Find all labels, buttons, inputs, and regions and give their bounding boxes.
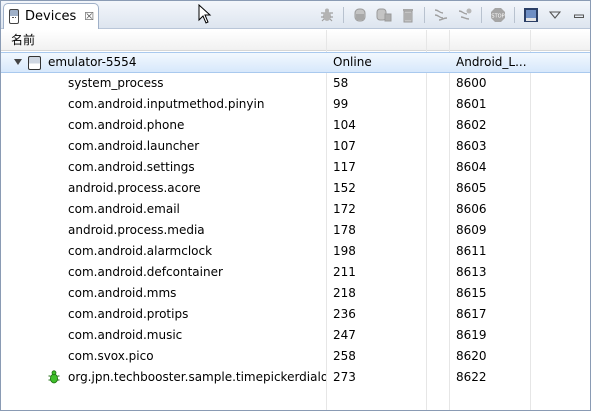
process-pid: 236 [333,307,356,321]
process-name: com.android.launcher [68,139,200,153]
process-port: 8603 [456,139,487,153]
process-port: 8604 [456,160,487,174]
process-name: com.android.inputmethod.pinyin [68,97,265,111]
screen-capture-icon[interactable] [522,6,540,24]
column-header-name[interactable]: 名前 [1,30,35,51]
process-pid: 273 [333,370,356,384]
process-port: 8620 [456,349,487,363]
process-row[interactable]: system_process 58 8600 [1,73,590,94]
view-tab-bar: Devices ☒ STOP [1,1,590,29]
debug-icon[interactable] [318,6,336,24]
device-status: Online [333,55,372,69]
devices-table[interactable]: 名前 emulator-5554 Online Android_L... sys… [1,30,590,410]
process-name: com.android.music [68,328,183,342]
mouse-cursor-icon [198,4,212,24]
process-row[interactable]: org.jpn.techbooster.sample.timepickerdia… [1,367,590,388]
toolbar-separator [514,7,515,23]
process-row[interactable]: com.android.inputmethod.pinyin 99 8601 [1,94,590,115]
process-port: 8600 [456,76,487,90]
process-pid: 117 [333,160,356,174]
process-name: com.android.alarmclock [68,244,213,258]
process-pid: 218 [333,286,356,300]
device-name: emulator-5554 [48,55,137,69]
toolbar-separator [481,7,482,23]
column-header-port[interactable] [426,30,436,51]
process-row[interactable]: android.process.media 178 8609 [1,220,590,241]
toolbar-separator [424,7,425,23]
process-row[interactable]: com.svox.pico 258 8620 [1,346,590,367]
process-name: com.svox.pico [68,349,154,363]
emulator-device-icon [28,56,41,70]
view-menu-icon[interactable] [546,6,564,24]
process-port: 8605 [456,181,487,195]
process-name: android.process.acore [68,181,201,195]
cause-gc-icon[interactable] [399,6,417,24]
process-port: 8617 [456,307,487,321]
process-pid: 107 [333,139,356,153]
process-name: com.android.mms [68,286,177,300]
process-name: com.android.email [68,202,180,216]
process-row[interactable]: com.android.alarmclock 198 8611 [1,241,590,262]
process-name: android.process.media [68,223,205,237]
process-name: com.android.defcontainer [68,265,223,279]
devices-view: Devices ☒ STOP 名前 emulator-5554 Online A… [0,0,591,411]
process-port: 8611 [456,244,487,258]
table-header: 名前 [1,30,590,51]
process-row[interactable]: com.android.protips 236 8617 [1,304,590,325]
process-port: 8613 [456,265,487,279]
process-port: 8602 [456,118,487,132]
process-name: com.android.protips [68,307,189,321]
process-row[interactable]: com.android.mms 218 8615 [1,283,590,304]
tab-label: Devices [25,9,77,24]
start-method-profiling-icon[interactable] [456,6,474,24]
process-name: org.jpn.techbooster.sample.timepickerdia… [68,370,326,384]
update-heap-icon[interactable] [351,6,369,24]
process-row[interactable]: com.android.music 247 8619 [1,325,590,346]
process-pid: 247 [333,328,356,342]
debug-bug-icon [48,370,60,384]
process-port: 8609 [456,223,487,237]
process-pid: 104 [333,118,356,132]
expand-arrow-icon[interactable] [14,59,22,65]
process-name: com.android.phone [68,118,185,132]
process-pid: 211 [333,265,356,279]
minimize-icon[interactable] [570,6,588,24]
process-row[interactable]: com.android.email 172 8606 [1,199,590,220]
device-icon [9,9,19,24]
process-pid: 152 [333,181,356,195]
process-name: com.android.settings [68,160,195,174]
process-pid: 258 [333,349,356,363]
process-port: 8601 [456,97,487,111]
column-header-pid[interactable] [326,30,336,51]
process-row[interactable]: com.android.phone 104 8602 [1,115,590,136]
process-port: 8615 [456,286,487,300]
process-port: 8622 [456,370,487,384]
process-pid: 99 [333,97,349,111]
close-icon[interactable]: ☒ [84,10,94,23]
process-pid: 58 [333,76,349,90]
process-pid: 178 [333,223,356,237]
process-pid: 172 [333,202,356,216]
process-row[interactable]: com.android.launcher 107 8603 [1,136,590,157]
device-target: Android_L... [456,55,527,69]
process-name: system_process [68,76,164,90]
svg-text:STOP: STOP [491,14,504,20]
dump-hprof-icon[interactable] [375,6,393,24]
process-pid: 198 [333,244,356,258]
process-row[interactable]: android.process.acore 152 8605 [1,178,590,199]
device-row[interactable]: emulator-5554 Online Android_L... [1,52,590,73]
stop-process-icon[interactable]: STOP [489,6,507,24]
process-port: 8606 [456,202,487,216]
process-row[interactable]: com.android.defcontainer 211 8613 [1,262,590,283]
tab-devices[interactable]: Devices ☒ [3,3,99,29]
process-row[interactable]: com.android.settings 117 8604 [1,157,590,178]
toolbar-separator [343,7,344,23]
process-port: 8619 [456,328,487,342]
update-threads-icon[interactable] [432,6,450,24]
view-toolbar: STOP [315,5,591,25]
